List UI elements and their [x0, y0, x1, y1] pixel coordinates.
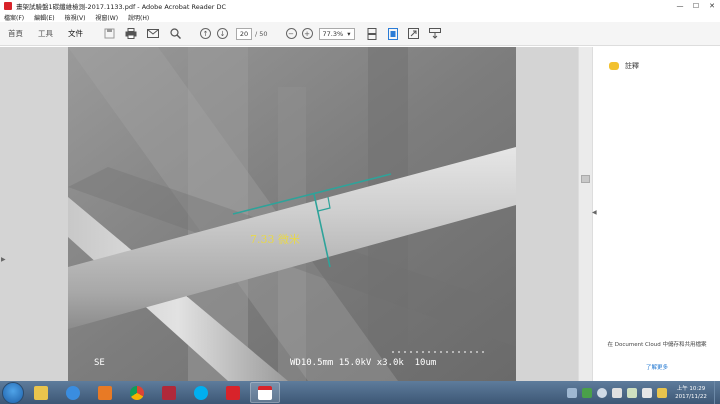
taskbar-clock[interactable]: 上午 10:29 2017/11/22 — [672, 385, 710, 401]
start-button[interactable] — [2, 381, 24, 404]
page-number-input[interactable]: 20 — [236, 27, 252, 40]
menu-window[interactable]: 視窗(W) — [95, 13, 118, 22]
menu-bar: 檔案(F) 編輯(E) 檢視(V) 視窗(W) 說明(H) — [0, 12, 720, 22]
help-icon[interactable] — [597, 387, 607, 398]
comment-icon — [609, 62, 619, 70]
taskbar-acrobat-active[interactable] — [250, 382, 280, 403]
taskbar-file-explorer[interactable] — [26, 382, 56, 403]
sem-mode-label: SE — [94, 358, 105, 368]
taskbar-internet-explorer[interactable] — [58, 382, 88, 403]
winrar-icon — [162, 385, 176, 400]
taskbar-skype[interactable] — [186, 382, 216, 403]
tab-tools[interactable]: 工具 — [38, 28, 60, 39]
clock-time: 上午 10:29 — [676, 385, 706, 392]
maximize-button[interactable]: ☐ — [688, 0, 704, 12]
tray-app-icon[interactable] — [612, 387, 622, 398]
right-tools-panel: 註釋 在 Document Cloud 中儲存和共用檔案 了解更多 — [592, 47, 720, 381]
page-total: / 50 — [255, 29, 268, 38]
sem-info-label: WD10.5mm 15.0kV x3.0k 10um — [290, 358, 437, 368]
system-tray: 上午 10:29 2017/11/22 — [567, 381, 720, 404]
media-player-icon — [98, 385, 112, 400]
window-controls: — ☐ ✕ — [672, 0, 720, 12]
show-desktop-button[interactable] — [714, 381, 720, 404]
taskbar-media-player[interactable] — [90, 382, 120, 403]
acrobat-app-icon — [4, 2, 12, 10]
menu-help[interactable]: 說明(H) — [128, 13, 149, 22]
comment-label: 註釋 — [625, 62, 639, 70]
document-cloud-text: 在 Document Cloud 中儲存和共用檔案 — [607, 342, 707, 348]
windows-taskbar: 上午 10:29 2017/11/22 — [0, 381, 720, 404]
comment-tool[interactable]: 註釋 — [609, 61, 639, 71]
clock-date: 2017/11/22 — [675, 393, 707, 400]
volume-icon[interactable] — [642, 387, 652, 398]
acrobat-document-icon — [258, 385, 272, 400]
taskbar-winrar[interactable] — [154, 382, 184, 403]
window-title: 畫架試驗盤1碳纖維檢測-2017.1133.pdf - Adobe Acroba… — [16, 3, 227, 11]
email-icon[interactable] — [146, 27, 160, 41]
measurement-label: 7.33 微米 — [250, 233, 300, 246]
battery-icon[interactable] — [627, 387, 637, 398]
learn-more-link[interactable]: 了解更多 — [601, 363, 713, 371]
acrobat-icon — [226, 385, 240, 400]
chrome-icon — [130, 385, 144, 400]
minimize-button[interactable]: — — [672, 0, 688, 12]
sem-micrograph: 7.33 微米 SE WD10.5mm 15.0kV x3.0k 10um — [68, 47, 516, 381]
document-viewport[interactable]: ▶ 7.33 微米 SE WD10.5mm 15.0kV x3.0k 10um — [0, 47, 592, 381]
left-panel-toggle-icon[interactable]: ▶ — [1, 256, 6, 263]
fit-page-icon[interactable] — [386, 27, 400, 41]
menu-file[interactable]: 檔案(F) — [4, 13, 24, 22]
zoom-value: 77.3% — [322, 29, 344, 38]
tab-home[interactable]: 首頁 — [8, 28, 30, 39]
full-screen-icon[interactable] — [407, 27, 421, 41]
skype-icon — [194, 385, 208, 400]
tab-document[interactable]: 文件 — [68, 28, 90, 39]
zoom-out-icon[interactable]: − — [285, 28, 297, 39]
title-bar: 畫架試驗盤1碳纖維檢測-2017.1133.pdf - Adobe Acroba… — [0, 0, 720, 12]
network-icon[interactable] — [567, 387, 577, 398]
scrollbar-thumb[interactable] — [581, 175, 590, 183]
chevron-down-icon: ▾ — [347, 29, 351, 38]
highlight-tool-icon[interactable] — [428, 27, 442, 41]
search-icon[interactable] — [168, 27, 182, 41]
taskbar-acrobat[interactable] — [218, 382, 248, 403]
sem-image-graphic — [68, 47, 516, 381]
toolbar: 首頁 工具 文件 ↑ ↓ 20 / 50 − + 77.3% ▾ — [0, 22, 720, 61]
internet-explorer-icon — [66, 385, 80, 400]
print-icon[interactable] — [124, 27, 138, 41]
menu-edit[interactable]: 編輯(E) — [34, 13, 54, 22]
folder-icon — [34, 385, 48, 400]
page-scroll-mode-icon[interactable] — [365, 27, 379, 41]
right-panel-toggle-icon[interactable]: ◀ — [592, 209, 597, 216]
vertical-scrollbar[interactable] — [578, 47, 592, 381]
menu-view[interactable]: 檢視(V) — [65, 13, 86, 22]
next-page-icon[interactable]: ↓ — [217, 28, 228, 39]
zoom-in-icon[interactable]: + — [301, 28, 313, 39]
previous-page-icon[interactable]: ↑ — [200, 28, 211, 39]
flag-icon[interactable] — [657, 387, 667, 398]
zoom-select[interactable]: 77.3% ▾ — [318, 27, 355, 40]
taskbar-chrome[interactable] — [122, 382, 152, 403]
close-button[interactable]: ✕ — [704, 0, 720, 12]
save-icon[interactable] — [102, 27, 116, 41]
antivirus-icon[interactable] — [582, 387, 592, 398]
